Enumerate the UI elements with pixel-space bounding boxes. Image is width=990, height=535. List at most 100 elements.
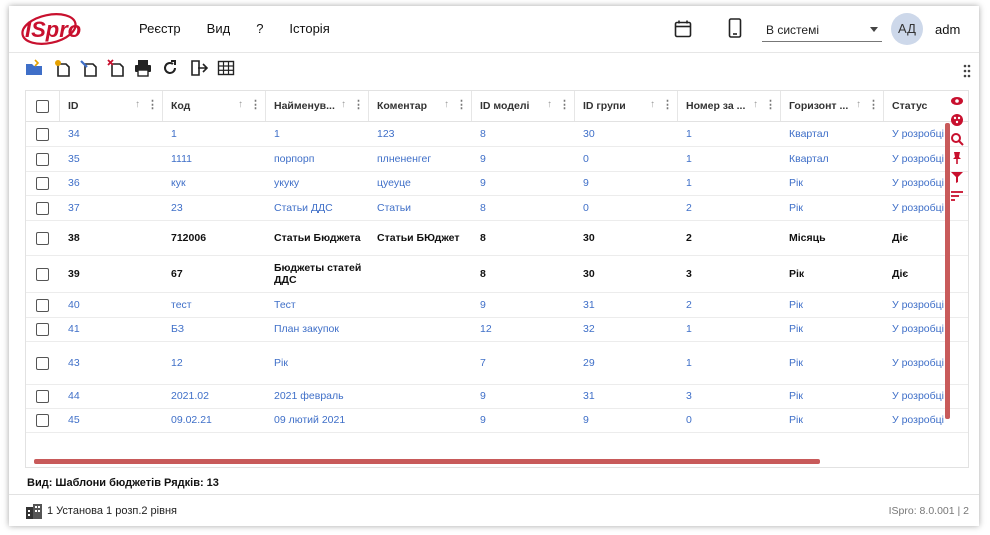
cell-text: 8 [480, 268, 486, 280]
palette-icon[interactable] [950, 113, 964, 127]
column-menu-icon[interactable]: ⋮ [353, 98, 364, 111]
cell-text: 0 [583, 153, 589, 165]
column-header-comment[interactable]: Коментар ↑ ⋮ [369, 91, 472, 121]
column-menu-icon[interactable]: ⋮ [559, 98, 570, 111]
cell-model-id: 9 [480, 177, 486, 189]
column-menu-icon[interactable]: ⋮ [250, 98, 261, 111]
table-row[interactable]: 39 67 Бюджеты статей ДДС 8 30 3 Рік Діє [26, 255, 968, 293]
cell-name: порпорп [274, 153, 314, 165]
print-icon[interactable] [134, 59, 152, 77]
column-header-group-id[interactable]: ID групи ↑ ⋮ [575, 91, 678, 121]
cell-text: 1 [686, 153, 692, 165]
cell-text: 30 [583, 232, 595, 244]
table-row[interactable]: 41 БЗ План закупок 12 32 1 Рік У розробці [26, 317, 968, 342]
cell-text: Статьи ДДС [274, 202, 333, 214]
avatar[interactable]: АД [891, 13, 923, 45]
column-header-label: ID групи [583, 100, 626, 112]
cell-text: 30 [583, 128, 595, 140]
row-checkbox[interactable] [36, 153, 49, 166]
row-checkbox[interactable] [36, 390, 49, 403]
table-row[interactable]: 35 1111 порпорп плнененгег 9 0 1 Квартал У розро… [26, 146, 968, 172]
calendar-icon[interactable] [674, 20, 692, 38]
sort-arrow-icon[interactable]: ↑ [135, 99, 140, 110]
pin-icon[interactable] [950, 151, 964, 165]
export-icon[interactable] [190, 59, 208, 77]
table-row[interactable]: 44 2021.02 2021 февраль 9 31 3 Рік У розробці [26, 384, 968, 409]
row-checkbox[interactable] [36, 202, 49, 215]
refresh-icon[interactable] [161, 59, 179, 77]
row-checkbox[interactable] [36, 357, 49, 370]
row-checkbox[interactable] [36, 128, 49, 141]
table-row[interactable]: 36 кук укуку цуеуце 9 9 1 Рік У розробці [26, 171, 968, 196]
column-menu-icon[interactable]: ⋮ [456, 98, 467, 111]
delete-document-icon[interactable] [107, 59, 125, 77]
filter-icon[interactable] [950, 170, 964, 184]
cell-text: Статьи [377, 202, 412, 214]
row-checkbox[interactable] [36, 323, 49, 336]
mobile-icon[interactable] [728, 18, 742, 38]
column-header-number[interactable]: Номер за ... ↑ ⋮ [678, 91, 781, 121]
table-row[interactable]: 45 09.02.21 09 лютий 2021 9 9 0 Рік У розробці [26, 408, 968, 433]
cell-comment: Статьи БЮджет [377, 232, 459, 244]
select-all-header [26, 91, 60, 121]
table-row[interactable]: 40 тест Тест 9 31 2 Рік У розробці [26, 292, 968, 318]
cell-text: 9 [480, 299, 486, 311]
eye-icon[interactable] [950, 94, 964, 108]
column-header-code[interactable]: Код ↑ ⋮ [163, 91, 266, 121]
cell-text: 44 [68, 390, 80, 402]
horizontal-scrollbar[interactable] [34, 459, 820, 464]
column-header-model-id[interactable]: ID моделі ↑ ⋮ [472, 91, 575, 121]
column-menu-icon[interactable]: ⋮ [868, 98, 879, 111]
user-name[interactable]: adm [935, 22, 960, 37]
row-checkbox[interactable] [36, 232, 49, 245]
column-header-name[interactable]: Найменув... ↑ ⋮ [266, 91, 369, 121]
table-row[interactable]: 37 23 Статьи ДДС Статьи 8 0 2 Рік У розробці [26, 195, 968, 221]
column-header-horizon[interactable]: Горизонт ... ↑ ⋮ [781, 91, 884, 121]
table-row[interactable]: 38 712006 Статьи Бюджета Статьи БЮджет 8 30 2 М… [26, 220, 968, 256]
column-menu-icon[interactable]: ⋮ [765, 98, 776, 111]
version-info: ISpro: 8.0.001 | 2 [888, 505, 969, 517]
edit-document-icon[interactable] [80, 59, 98, 77]
column-header-id[interactable]: ID ↑ ⋮ [60, 91, 163, 121]
cell-group-id: 31 [583, 299, 595, 311]
menu-history[interactable]: Історія [289, 21, 329, 36]
sort-arrow-icon[interactable]: ↑ [856, 99, 861, 110]
cell-text: 40 [68, 299, 80, 311]
menu-registry[interactable]: Реєстр [139, 21, 181, 36]
row-checkbox[interactable] [36, 299, 49, 312]
sort-icon[interactable] [950, 189, 964, 203]
sort-arrow-icon[interactable]: ↑ [444, 99, 449, 110]
ispro-logo[interactable]: ISpro [19, 10, 89, 48]
sort-arrow-icon[interactable]: ↑ [547, 99, 552, 110]
cell-number: 2 [686, 202, 692, 214]
cell-text: 3 [686, 268, 692, 280]
row-checkbox[interactable] [36, 177, 49, 190]
select-all-checkbox[interactable] [36, 100, 49, 113]
search-icon[interactable] [950, 132, 964, 146]
cell-text: 43 [68, 357, 80, 369]
column-menu-icon[interactable]: ⋮ [147, 98, 158, 111]
table-row[interactable]: 43 12 Рік 7 29 1 Рік У розробці [26, 341, 968, 385]
cell-text: 32 [583, 323, 595, 335]
menu-view[interactable]: Вид [207, 21, 231, 36]
cell-text: 45 [68, 414, 80, 426]
cell-text: 123 [377, 128, 395, 140]
open-folder-icon[interactable] [25, 59, 43, 77]
column-menu-icon[interactable]: ⋮ [662, 98, 673, 111]
row-checkbox[interactable] [36, 414, 49, 427]
table-icon[interactable] [217, 59, 235, 77]
cell-id: 35 [68, 153, 80, 165]
table-row[interactable]: 34 1 1 123 8 30 1 Квартал У розробці [26, 122, 968, 147]
sort-arrow-icon[interactable]: ↑ [753, 99, 758, 110]
sort-arrow-icon[interactable]: ↑ [341, 99, 346, 110]
add-document-icon[interactable] [53, 59, 71, 77]
cell-text: БЗ [171, 323, 185, 335]
more-options-icon[interactable] [963, 64, 971, 78]
row-checkbox[interactable] [36, 268, 49, 281]
menu-help[interactable]: ? [256, 21, 263, 36]
sort-arrow-icon[interactable]: ↑ [650, 99, 655, 110]
cell-text: У розробці [892, 323, 945, 335]
sort-arrow-icon[interactable]: ↑ [238, 99, 243, 110]
system-mode-select[interactable]: В системі [762, 19, 882, 42]
cell-text: Діє [892, 268, 909, 280]
